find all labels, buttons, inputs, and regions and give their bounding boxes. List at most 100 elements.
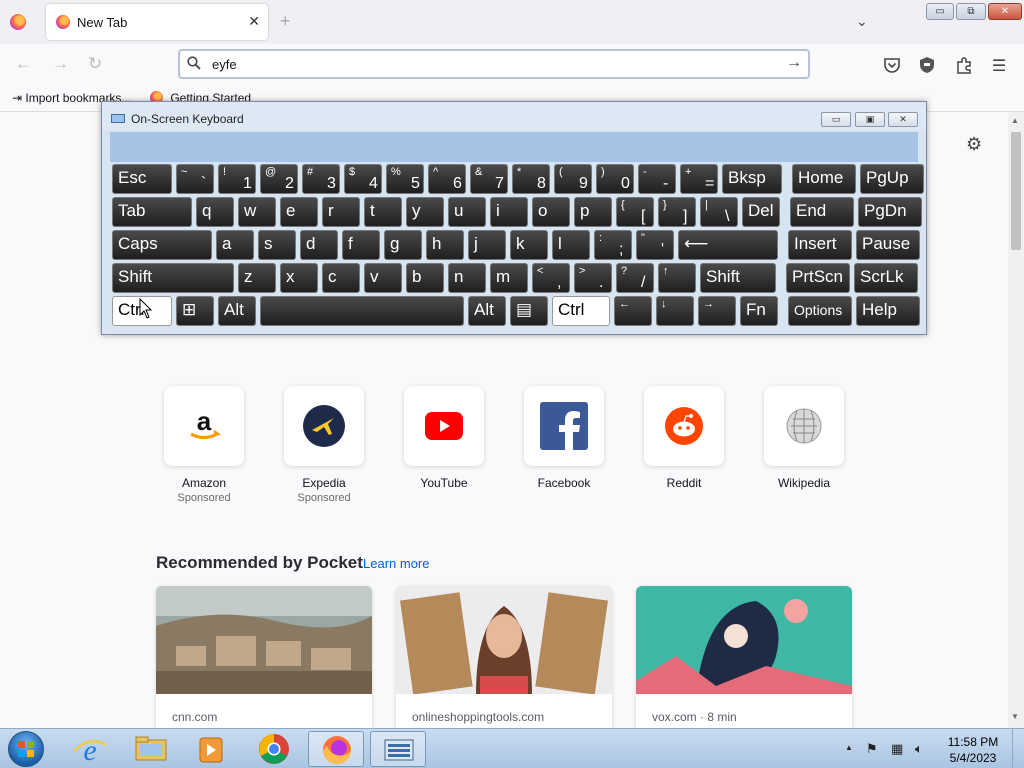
osk-key-fn[interactable]: Fn (740, 296, 778, 326)
osk-restore-button[interactable]: ▣ (855, 112, 885, 127)
osk-key-symbol-4-5[interactable]: ▤ (510, 296, 548, 326)
shortcut-youtube[interactable]: YouTube (404, 386, 484, 490)
osk-minimize-button[interactable]: ▭ (821, 112, 851, 127)
osk-key-n[interactable]: n (448, 263, 486, 293)
osk-key-insert[interactable]: Insert (788, 230, 852, 260)
osk-key-scrlk[interactable]: ScrLk (854, 263, 918, 293)
window-close-button[interactable]: ✕ (988, 3, 1022, 20)
clock-time[interactable]: 11:58 PM (943, 735, 1003, 749)
pocket-card[interactable]: cnn.com (156, 586, 372, 728)
osk-key-j[interactable]: j (468, 230, 506, 260)
pocket-icon[interactable] (883, 56, 901, 74)
osk-key-symbol-3-10[interactable]: ? / (616, 263, 654, 293)
tab-close-icon[interactable]: ✕ (248, 13, 260, 30)
osk-key-s[interactable]: s (258, 230, 296, 260)
taskbar-internet-explorer[interactable]: e (62, 731, 118, 767)
osk-key-a[interactable]: a (216, 230, 254, 260)
osk-key-h[interactable]: h (426, 230, 464, 260)
shield-icon[interactable] (918, 56, 936, 74)
osk-key-1[interactable]: ! 1 (218, 164, 256, 194)
osk-key-symbol-3-9[interactable]: >. (574, 263, 612, 293)
osk-key-5[interactable]: % 5 (386, 164, 424, 194)
scroll-thumb[interactable] (1011, 132, 1021, 250)
tab-new-tab[interactable]: New Tab ✕ (46, 4, 268, 40)
shortcut-amazon[interactable]: a Amazon Sponsored (164, 386, 244, 504)
url-input[interactable]: eyfe (212, 57, 237, 72)
osk-key-l[interactable]: l (552, 230, 590, 260)
speaker-icon[interactable]: 🔈︎ (915, 741, 923, 757)
osk-key-symbol-2-10[interactable]: :; (594, 230, 632, 260)
flag-icon[interactable]: ⚑ (866, 741, 878, 757)
osk-key-q[interactable]: q (196, 197, 234, 227)
firefox-icon[interactable] (10, 14, 26, 30)
shortcut-reddit[interactable]: Reddit (644, 386, 724, 490)
osk-key-symbol-0-12[interactable]: -- (638, 164, 676, 194)
osk-key-symbol-4-9[interactable]: → (698, 296, 736, 326)
scroll-down-arrow-icon[interactable]: ▼ (1011, 712, 1019, 721)
back-button[interactable]: ← (15, 54, 32, 74)
osk-key-k[interactable]: k (510, 230, 548, 260)
osk-key-m[interactable]: m (490, 263, 528, 293)
osk-key-symbol-2-12[interactable]: ⟵ (678, 230, 778, 260)
osk-key-bksp[interactable]: Bksp (722, 164, 782, 194)
osk-key-9[interactable]: (9 (554, 164, 592, 194)
osk-key-home[interactable]: Home (792, 164, 856, 194)
osk-key-esc[interactable]: Esc (112, 164, 172, 194)
osk-close-button[interactable]: ✕ (888, 112, 918, 127)
shortcut-facebook[interactable]: Facebook (524, 386, 604, 490)
osk-key-pgup[interactable]: PgUp (860, 164, 924, 194)
osk-key-3[interactable]: #3 (302, 164, 340, 194)
pocket-card[interactable]: vox.com · 8 min (636, 586, 852, 728)
go-arrow-icon[interactable]: → (786, 54, 802, 72)
osk-key-symbol-3-8[interactable]: <, (532, 263, 570, 293)
osk-key-g[interactable]: g (384, 230, 422, 260)
osk-key-x[interactable]: x (280, 263, 318, 293)
osk-key-y[interactable]: y (406, 197, 444, 227)
osk-key-del[interactable]: Del (742, 197, 780, 227)
osk-key-c[interactable]: c (322, 263, 360, 293)
page-scrollbar[interactable]: ▲ ▼ (1008, 112, 1024, 728)
hamburger-menu-icon[interactable]: ☰ (990, 56, 1008, 75)
osk-key-4[interactable]: $4 (344, 164, 382, 194)
window-maximize-button[interactable]: ⧉ (956, 3, 986, 20)
list-all-tabs-button[interactable]: ⌄ (856, 13, 868, 30)
taskbar-media-player[interactable] (182, 731, 238, 767)
taskbar-firefox[interactable] (308, 731, 364, 767)
show-desktop-button[interactable] (1012, 729, 1024, 768)
osk-key-8[interactable]: * 8 (512, 164, 550, 194)
osk-key-symbol-4-1[interactable]: ⊞ (176, 296, 214, 326)
osk-key-symbol-0-13[interactable]: + = (680, 164, 718, 194)
osk-key-options[interactable]: Options (788, 296, 852, 326)
reload-button[interactable]: ↻ (88, 54, 102, 74)
osk-key-shift[interactable]: Shift (700, 263, 776, 293)
osk-key-z[interactable]: z (238, 263, 276, 293)
show-hidden-icons-arrow[interactable]: ▲ (845, 743, 853, 752)
osk-key-symbol-2-11[interactable]: " ' (636, 230, 674, 260)
osk-key-alt[interactable]: Alt (218, 296, 256, 326)
osk-key-pause[interactable]: Pause (856, 230, 920, 260)
url-bar[interactable]: eyfe → (178, 49, 810, 79)
osk-key-symbol-4-7[interactable]: ← (614, 296, 652, 326)
osk-key-alt[interactable]: Alt (468, 296, 506, 326)
scroll-up-arrow-icon[interactable]: ▲ (1011, 116, 1019, 125)
osk-key-0[interactable]: ) 0 (596, 164, 634, 194)
osk-key-prtscn[interactable]: PrtScn (786, 263, 850, 293)
taskbar-on-screen-keyboard[interactable] (370, 731, 426, 767)
osk-key-w[interactable]: w (238, 197, 276, 227)
osk-key-pgdn[interactable]: PgDn (858, 197, 922, 227)
osk-key-r[interactable]: r (322, 197, 360, 227)
start-button-windows-icon[interactable] (8, 731, 44, 767)
pocket-card[interactable]: onlineshoppingtools.com (396, 586, 612, 728)
osk-key-i[interactable]: i (490, 197, 528, 227)
osk-key-b[interactable]: b (406, 263, 444, 293)
osk-key-tab[interactable]: Tab (112, 197, 192, 227)
osk-key-f[interactable]: f (342, 230, 380, 260)
network-icon[interactable]: ▦ (891, 741, 903, 757)
osk-key-v[interactable]: v (364, 263, 402, 293)
taskbar-file-explorer[interactable] (122, 731, 178, 767)
osk-key-d[interactable]: d (300, 230, 338, 260)
shortcut-wikipedia[interactable]: Wikipedia (764, 386, 844, 490)
osk-key-symbol-4-8[interactable]: ↓ (656, 296, 694, 326)
osk-key-t[interactable]: t (364, 197, 402, 227)
clock-date[interactable]: 5/4/2023 (943, 751, 1003, 765)
